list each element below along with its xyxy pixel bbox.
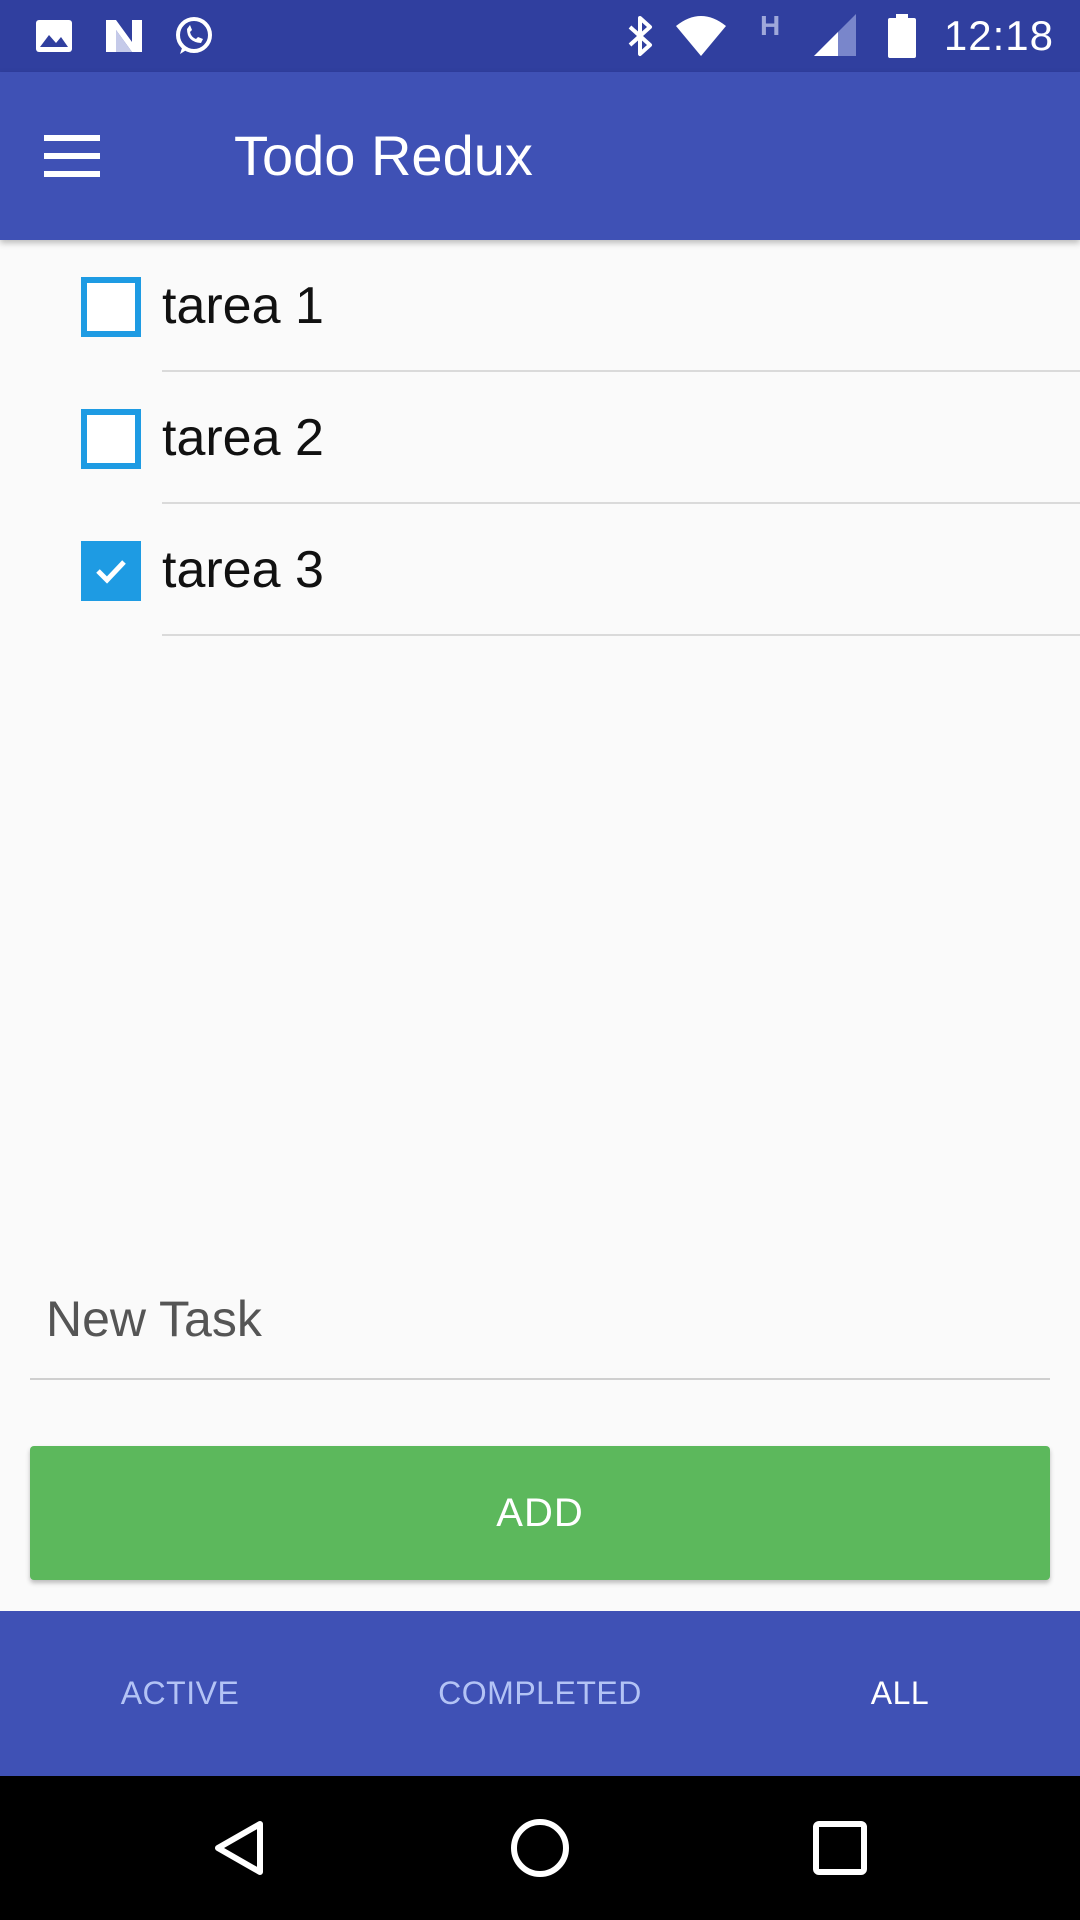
todo-checkbox[interactable] [81, 409, 141, 469]
tab-all[interactable]: ALL [720, 1611, 1080, 1776]
todo-checkbox[interactable] [81, 277, 141, 337]
home-icon[interactable] [508, 1816, 572, 1880]
wifi-icon [676, 16, 726, 56]
n-icon [106, 20, 142, 52]
signal-icon [814, 14, 856, 56]
tab-active[interactable]: ACTIVE [0, 1611, 360, 1776]
image-icon [36, 20, 72, 52]
back-icon[interactable] [208, 1816, 272, 1880]
h-network-icon: H [760, 10, 781, 41]
bluetooth-icon [628, 16, 652, 56]
divider [162, 634, 1080, 636]
whatsapp-icon [176, 17, 212, 54]
todo-item[interactable]: tarea 3 [0, 504, 1080, 636]
page-title: Todo Redux [234, 124, 533, 187]
todo-text: tarea 2 [162, 409, 324, 467]
status-bar: H 12:18 [0, 0, 1080, 72]
todo-text: tarea 3 [162, 541, 324, 599]
tab-completed[interactable]: COMPLETED [360, 1611, 720, 1776]
todo-checkbox[interactable] [81, 541, 141, 601]
menu-icon[interactable] [30, 116, 114, 196]
todo-list: tarea 1 tarea 2 tarea 3 [0, 240, 1080, 636]
system-nav-bar [0, 1776, 1080, 1920]
clock: 12:18 [943, 12, 1054, 59]
battery-icon [888, 14, 916, 58]
todo-item[interactable]: tarea 2 [0, 372, 1080, 504]
recents-icon[interactable] [808, 1816, 872, 1880]
checkmark-icon [96, 560, 126, 584]
add-button[interactable]: ADD [30, 1446, 1050, 1580]
app-bar: Todo Redux [0, 72, 1080, 240]
todo-item[interactable]: tarea 1 [0, 240, 1080, 372]
new-task-input[interactable] [30, 1260, 1050, 1380]
filter-tab-bar: ACTIVE COMPLETED ALL [0, 1611, 1080, 1776]
app-screen: H 12:18 Todo Redux tarea 1 tarea 2 tarea… [0, 0, 1080, 1920]
todo-text: tarea 1 [162, 277, 324, 335]
